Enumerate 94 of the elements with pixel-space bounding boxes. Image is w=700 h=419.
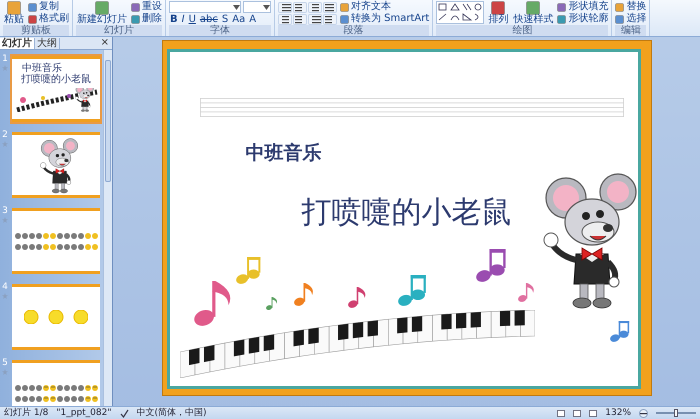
paragraph-button[interactable]: [278, 2, 292, 13]
format-button[interactable]: B: [169, 14, 179, 25]
format-button[interactable]: A: [248, 14, 258, 25]
slide-title: 中班音乐: [246, 141, 322, 166]
ribbon-button[interactable]: 粘贴: [3, 1, 25, 25]
paragraph-button[interactable]: [278, 14, 292, 25]
group-label: 字体: [169, 25, 271, 36]
star-icon: [2, 217, 8, 223]
group-label: 绘图: [436, 25, 608, 36]
tile-icon: [340, 14, 349, 24]
view-button[interactable]: [557, 410, 566, 416]
font-name-field[interactable]: [169, 1, 241, 13]
lines-icon: [324, 3, 336, 12]
lines-icon: [280, 3, 290, 12]
shapes-gallery-drawing[interactable]: [436, 1, 484, 24]
tile-icon: [95, 1, 109, 15]
lines-icon: [310, 3, 320, 12]
tile-icon: [131, 2, 140, 12]
slide-thumbnail[interactable]: [10, 206, 102, 276]
ribbon-button[interactable]: 选择: [615, 13, 646, 25]
caret-icon: [233, 4, 240, 10]
format-button[interactable]: U: [188, 14, 197, 25]
zoom-out-button[interactable]: [639, 408, 648, 418]
format-button[interactable]: Aa: [231, 14, 246, 25]
paragraph-button[interactable]: [293, 2, 307, 13]
tile-icon: [28, 14, 37, 24]
slide-number: 3: [2, 206, 8, 216]
paragraph-button[interactable]: [323, 2, 337, 13]
ribbon-button[interactable]: 形状轮廓: [557, 13, 608, 25]
lines-icon: [280, 15, 290, 24]
scroll-thumb[interactable]: [105, 60, 111, 182]
view-button[interactable]: [589, 410, 598, 416]
tile-icon: [491, 1, 506, 15]
ribbon-button[interactable]: 复制: [28, 1, 69, 13]
lines-icon: [310, 15, 320, 24]
paragraph-button[interactable]: [308, 14, 322, 25]
music-note-icon: [610, 320, 632, 342]
close-button[interactable]: ×: [98, 38, 112, 48]
group-label: 剪贴板: [3, 25, 69, 36]
tile-icon: [615, 14, 624, 24]
spellcheck-icon: [120, 408, 128, 418]
star-icon: [2, 65, 8, 71]
tile-icon: [7, 1, 21, 15]
tile-icon: [557, 14, 566, 24]
zoom-level: 132%: [605, 407, 631, 419]
group-label: 幻灯片: [76, 25, 162, 36]
ribbon-button[interactable]: 对齐文本: [340, 1, 430, 13]
slide-count: 幻灯片 1/8: [4, 407, 48, 419]
slide-number: 2: [2, 130, 8, 140]
scrollbar[interactable]: [103, 50, 112, 406]
ribbon-button[interactable]: 新建幻灯片: [76, 1, 128, 25]
language: 中文(简体，中国): [136, 407, 207, 419]
ribbon-button[interactable]: 快速样式: [512, 1, 554, 25]
ribbon-button[interactable]: 重设: [131, 1, 162, 13]
tile-icon: [615, 2, 624, 12]
star-icon: [2, 293, 8, 299]
theme-name: "1_ppt_082": [56, 407, 112, 419]
slide-thumbnail[interactable]: 中班音乐 打喷嚏的小老鼠: [10, 54, 102, 124]
ribbon-button[interactable]: 格式刷: [28, 13, 69, 25]
slide-number: 1: [2, 54, 8, 64]
paragraph-button[interactable]: [308, 2, 322, 13]
thumbnail-subtitle: 打喷嚏的小老鼠: [21, 74, 91, 86]
music-note-icon: [266, 296, 280, 310]
ribbon-button[interactable]: 替换: [615, 1, 646, 13]
tile-icon: [557, 2, 566, 12]
view-button[interactable]: [573, 410, 582, 416]
tile-icon: [28, 2, 37, 12]
format-button[interactable]: abc: [198, 14, 219, 25]
slide-number: 5: [2, 358, 8, 368]
ribbon-button[interactable]: 排列: [487, 1, 510, 25]
tile-icon: [131, 14, 140, 24]
slider-thumb[interactable]: [674, 409, 678, 417]
ribbon-button[interactable]: 删除: [131, 13, 162, 25]
slide-thumbnail[interactable]: [10, 282, 102, 352]
ribbon-button[interactable]: 转换为 SmartArt: [340, 13, 430, 25]
thumbnail-title: 中班音乐: [22, 63, 62, 74]
caret-icon: [263, 4, 270, 10]
tile-icon: [526, 1, 540, 15]
font-size-field[interactable]: [243, 1, 271, 13]
star-icon: [2, 369, 8, 375]
slide-number: 4: [2, 282, 8, 292]
star-icon: [2, 141, 8, 147]
group-label: 段落: [278, 25, 430, 36]
slide-subtitle: 打喷嚏的小老鼠: [302, 194, 512, 232]
format-button[interactable]: S: [220, 14, 230, 25]
suns-drawing: [24, 310, 88, 324]
ribbon-button[interactable]: 形状填充: [557, 1, 608, 13]
group-label: 编辑: [615, 25, 646, 36]
paragraph-button[interactable]: [293, 14, 307, 25]
tile-icon: [340, 2, 349, 12]
paragraph-button[interactable]: [323, 14, 337, 25]
panel-tab[interactable]: 大纲: [35, 38, 60, 48]
panel-tab[interactable]: 幻灯片: [0, 38, 35, 48]
format-button[interactable]: I: [180, 14, 186, 25]
